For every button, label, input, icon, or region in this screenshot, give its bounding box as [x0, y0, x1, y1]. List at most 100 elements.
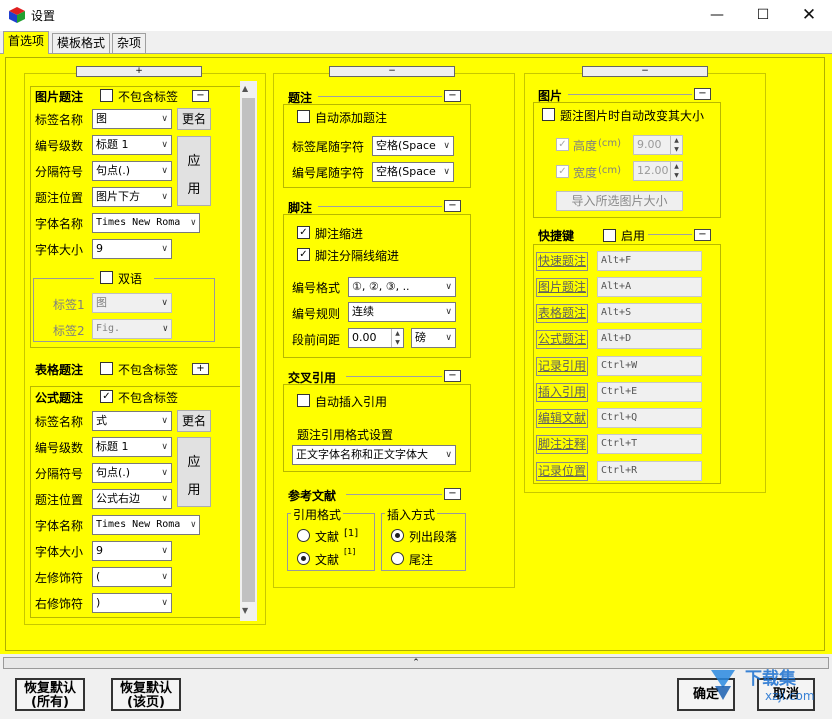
- number-trailing-select[interactable]: 空格(Space ∨: [372, 162, 454, 182]
- hotkey-footnote-label: 脚注注释: [536, 435, 589, 454]
- hotkeys-enable-checkbox[interactable]: [603, 229, 616, 242]
- panel-splitter[interactable]: ⌃: [3, 657, 829, 669]
- label-trailing-select[interactable]: 空格(Space ∨: [372, 136, 454, 156]
- hotkey-formula-caption-field[interactable]: Alt+D: [597, 329, 702, 349]
- hotkey-figure-caption-field[interactable]: Alt+A: [597, 277, 702, 297]
- cite-format-option-1[interactable]: [297, 529, 310, 542]
- label-trailing-label: 标签尾随字符: [292, 140, 365, 154]
- window-title: 设置: [31, 9, 56, 23]
- restore-defaults-page-button[interactable]: 恢复默认 (该页): [111, 678, 181, 711]
- footnote-divider: [318, 206, 442, 207]
- figure-exclude-label-checkbox[interactable]: [100, 89, 113, 102]
- auto-insert-ref-checkbox[interactable]: [297, 394, 310, 407]
- references-collapse[interactable]: −: [444, 488, 461, 500]
- scroll-down-arrow-icon[interactable]: ▼: [242, 606, 248, 615]
- para-spacing-spinner[interactable]: 0.00 ▲ ▼: [348, 328, 404, 348]
- figure-position-select[interactable]: 图片下方 ∨: [92, 187, 172, 207]
- restore-defaults-all-button[interactable]: 恢复默认 (所有): [15, 678, 85, 711]
- middle-column-toggle[interactable]: −: [329, 66, 455, 77]
- hotkey-table-caption-field[interactable]: Alt+S: [597, 303, 702, 323]
- right-column-toggle[interactable]: −: [582, 66, 708, 77]
- bilingual-checkbox[interactable]: [100, 271, 113, 284]
- tab-misc[interactable]: 杂项: [112, 33, 147, 53]
- footnote-indent-checkbox[interactable]: ✓: [297, 226, 310, 239]
- figure-separator-select[interactable]: 句点(.) ∨: [92, 161, 172, 181]
- hotkey-table-caption-label: 表格题注: [536, 304, 589, 323]
- formula-right-deco-label: 右修饰符: [35, 597, 84, 611]
- scrollbar-thumb[interactable]: [242, 98, 255, 602]
- tab-template-format[interactable]: 模板格式: [52, 33, 111, 53]
- tab-preferences[interactable]: 首选项: [3, 31, 50, 54]
- spacing-unit-select[interactable]: 磅 ∨: [411, 328, 456, 348]
- bilingual-tag1-select[interactable]: 图 ∨: [92, 293, 172, 313]
- cross-ref-collapse[interactable]: −: [444, 370, 461, 382]
- import-size-button[interactable]: 导入所选图片大小: [556, 191, 683, 211]
- footnote-separator-indent-label: 脚注分隔线缩进: [315, 249, 400, 263]
- hotkey-insert-ref-label: 插入引用: [536, 383, 589, 402]
- figure-label-select[interactable]: 图 ∨: [92, 109, 172, 129]
- formula-apply-text-2: 用: [187, 483, 201, 498]
- insert-mode-option-2[interactable]: [391, 552, 404, 565]
- formula-separator-select[interactable]: 句点(.) ∨: [92, 463, 172, 483]
- hotkey-quick-caption-field[interactable]: Alt+F: [597, 251, 702, 271]
- close-button[interactable]: ✕: [786, 0, 832, 31]
- hotkeys-collapse[interactable]: −: [694, 229, 711, 241]
- height-spinner[interactable]: 9.00 ▲ ▼: [633, 135, 683, 155]
- formula-exclude-label-checkbox[interactable]: ✓: [100, 390, 113, 403]
- references-title: 参考文献: [288, 489, 337, 503]
- hotkey-record-ref-field[interactable]: Ctrl+W: [597, 356, 702, 376]
- width-spinner[interactable]: 12.00 ▲ ▼: [633, 161, 683, 181]
- formula-level-label: 编号级数: [35, 441, 84, 455]
- hotkey-edit-refs-label: 编辑文献: [536, 409, 589, 428]
- auto-add-caption-label: 自动添加题注: [315, 111, 388, 125]
- cite-format-label: 引用格式: [291, 506, 344, 523]
- footnote-collapse[interactable]: −: [444, 200, 461, 212]
- number-format-select[interactable]: ①, ②, ③, .. ∨: [348, 277, 456, 297]
- number-format-label: 编号格式: [292, 281, 341, 295]
- ref-format-select[interactable]: 正文字体名称和正文字体大 ∨: [292, 445, 456, 465]
- figure-rename-button[interactable]: 更名: [177, 108, 211, 130]
- formula-rename-button[interactable]: 更名: [177, 410, 211, 432]
- formula-level-select[interactable]: 标题 1 ∨: [92, 437, 172, 457]
- auto-resize-checkbox[interactable]: [542, 108, 555, 121]
- table-caption-expand[interactable]: +: [192, 363, 209, 375]
- figure-level-select[interactable]: 标题 1 ∨: [92, 135, 172, 155]
- figure-apply-button[interactable]: 应 用: [177, 136, 211, 206]
- footnote-separator-indent-checkbox[interactable]: ✓: [297, 248, 310, 261]
- hotkey-record-pos-field[interactable]: Ctrl+R: [597, 461, 702, 481]
- auto-add-caption-checkbox[interactable]: [297, 110, 310, 123]
- figure-font-select[interactable]: Times New Roma ∨: [92, 213, 200, 233]
- hotkeys-enable-label: 启用: [621, 229, 646, 243]
- caption-collapse[interactable]: −: [444, 90, 461, 102]
- hotkey-footnote-field[interactable]: Ctrl+T: [597, 434, 702, 454]
- maximize-button[interactable]: ☐: [740, 0, 786, 31]
- scroll-up-arrow-icon[interactable]: ▲: [242, 84, 248, 93]
- formula-position-label: 题注位置: [35, 493, 84, 507]
- cite-option-1-label: 文献: [315, 530, 340, 544]
- formula-right-deco-select[interactable]: ) ∨: [92, 593, 172, 613]
- table-exclude-label-checkbox[interactable]: [100, 362, 113, 375]
- number-rule-select[interactable]: 连续 ∨: [348, 302, 456, 322]
- figure-caption-collapse[interactable]: −: [192, 90, 209, 102]
- ref-format-label: 题注引用格式设置: [297, 428, 394, 442]
- figure-size-select[interactable]: 9 ∨: [92, 239, 172, 259]
- formula-label-select[interactable]: 式 ∨: [92, 411, 172, 431]
- picture-collapse[interactable]: −: [694, 88, 711, 100]
- formula-size-select[interactable]: 9 ∨: [92, 541, 172, 561]
- minimize-button[interactable]: —: [694, 0, 740, 31]
- formula-position-select[interactable]: 公式右边 ∨: [92, 489, 172, 509]
- table-exclude-label-text: 不包含标签: [118, 363, 179, 377]
- bilingual-tag2-select[interactable]: Fig. ∨: [92, 319, 172, 339]
- insert-mode-option-1[interactable]: [391, 529, 404, 542]
- formula-left-deco-select[interactable]: (∨: [92, 567, 172, 587]
- figure-position-label: 题注位置: [35, 191, 84, 205]
- formula-font-select[interactable]: Times New Roma ∨: [92, 515, 200, 535]
- hotkey-edit-refs-field[interactable]: Ctrl+Q: [597, 408, 702, 428]
- width-checkbox[interactable]: ✓: [556, 165, 569, 178]
- restore-all-line-2: (所有): [31, 695, 69, 710]
- hotkey-insert-ref-field[interactable]: Ctrl+E: [597, 382, 702, 402]
- height-checkbox[interactable]: ✓: [556, 138, 569, 151]
- left-column-toggle[interactable]: +: [76, 66, 202, 77]
- cite-format-option-2[interactable]: [297, 552, 310, 565]
- formula-apply-button[interactable]: 应 用: [177, 437, 211, 507]
